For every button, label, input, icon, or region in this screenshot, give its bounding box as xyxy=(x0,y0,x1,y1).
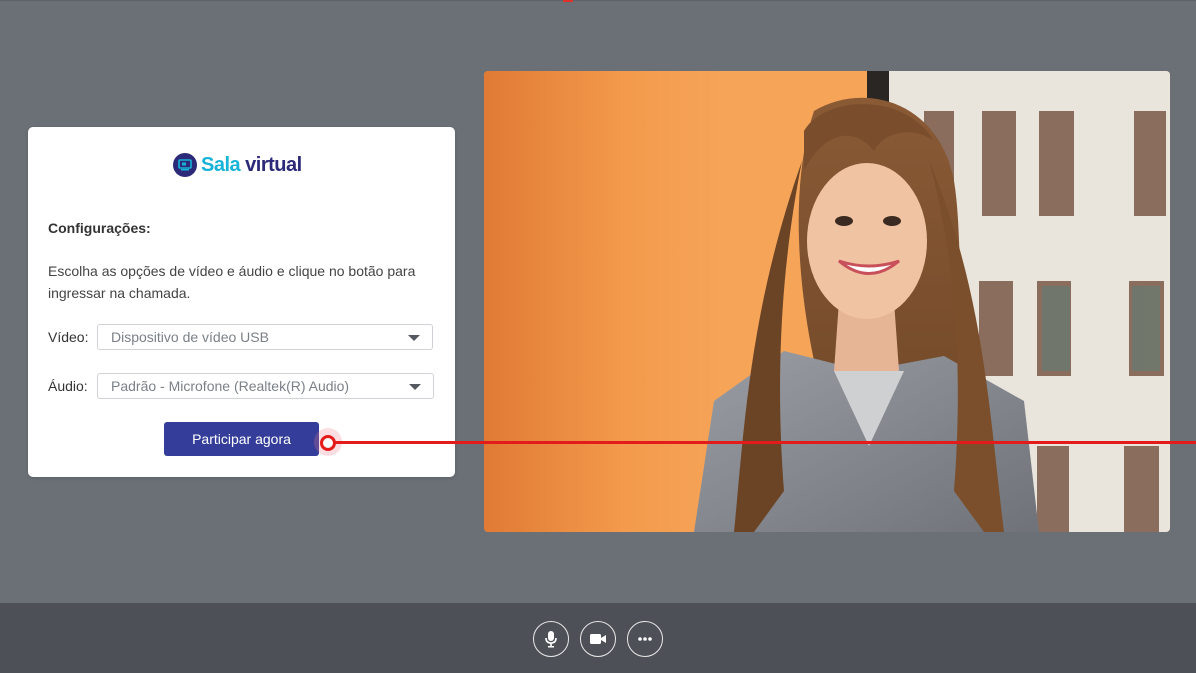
video-device-value: Dispositivo de vídeo USB xyxy=(111,329,269,345)
chevron-down-icon xyxy=(409,384,421,390)
settings-instructions: Escolha as opções de vídeo e áudio e cli… xyxy=(48,263,416,301)
settings-panel: Sala virtual Configurações: Escolha as o… xyxy=(28,127,455,477)
cursor-trail xyxy=(332,441,1196,444)
camera-preview xyxy=(484,71,1170,532)
logo-text-sala: Sala xyxy=(201,153,241,176)
logo-text-virtual: virtual xyxy=(245,153,302,176)
settings-title: Configurações: xyxy=(48,220,151,236)
video-device-select[interactable]: Dispositivo de vídeo USB xyxy=(97,324,433,350)
camera-preview-image xyxy=(484,71,1170,532)
more-options-icon xyxy=(638,637,652,641)
microphone-icon xyxy=(545,631,557,648)
microphone-button[interactable] xyxy=(533,621,569,657)
video-label: Vídeo: xyxy=(48,329,89,345)
audio-device-value: Padrão - Microfone (Realtek(R) Audio) xyxy=(111,378,350,394)
cursor-pointer xyxy=(320,435,336,451)
chevron-down-icon xyxy=(408,335,420,341)
call-controls-bar xyxy=(0,603,1196,673)
more-options-button[interactable] xyxy=(627,621,663,657)
audio-device-select[interactable]: Padrão - Microfone (Realtek(R) Audio) xyxy=(97,373,434,399)
video-camera-icon xyxy=(590,634,606,644)
top-indicator xyxy=(563,0,573,2)
join-now-button[interactable]: Participar agora xyxy=(164,422,319,456)
audio-label: Áudio: xyxy=(48,378,88,394)
sala-virtual-logo: Sala virtual xyxy=(173,153,302,177)
top-divider xyxy=(0,0,1196,1)
screen-icon xyxy=(173,153,197,177)
camera-button[interactable] xyxy=(580,621,616,657)
meeting-lobby: Sala virtual Configurações: Escolha as o… xyxy=(0,0,1196,673)
